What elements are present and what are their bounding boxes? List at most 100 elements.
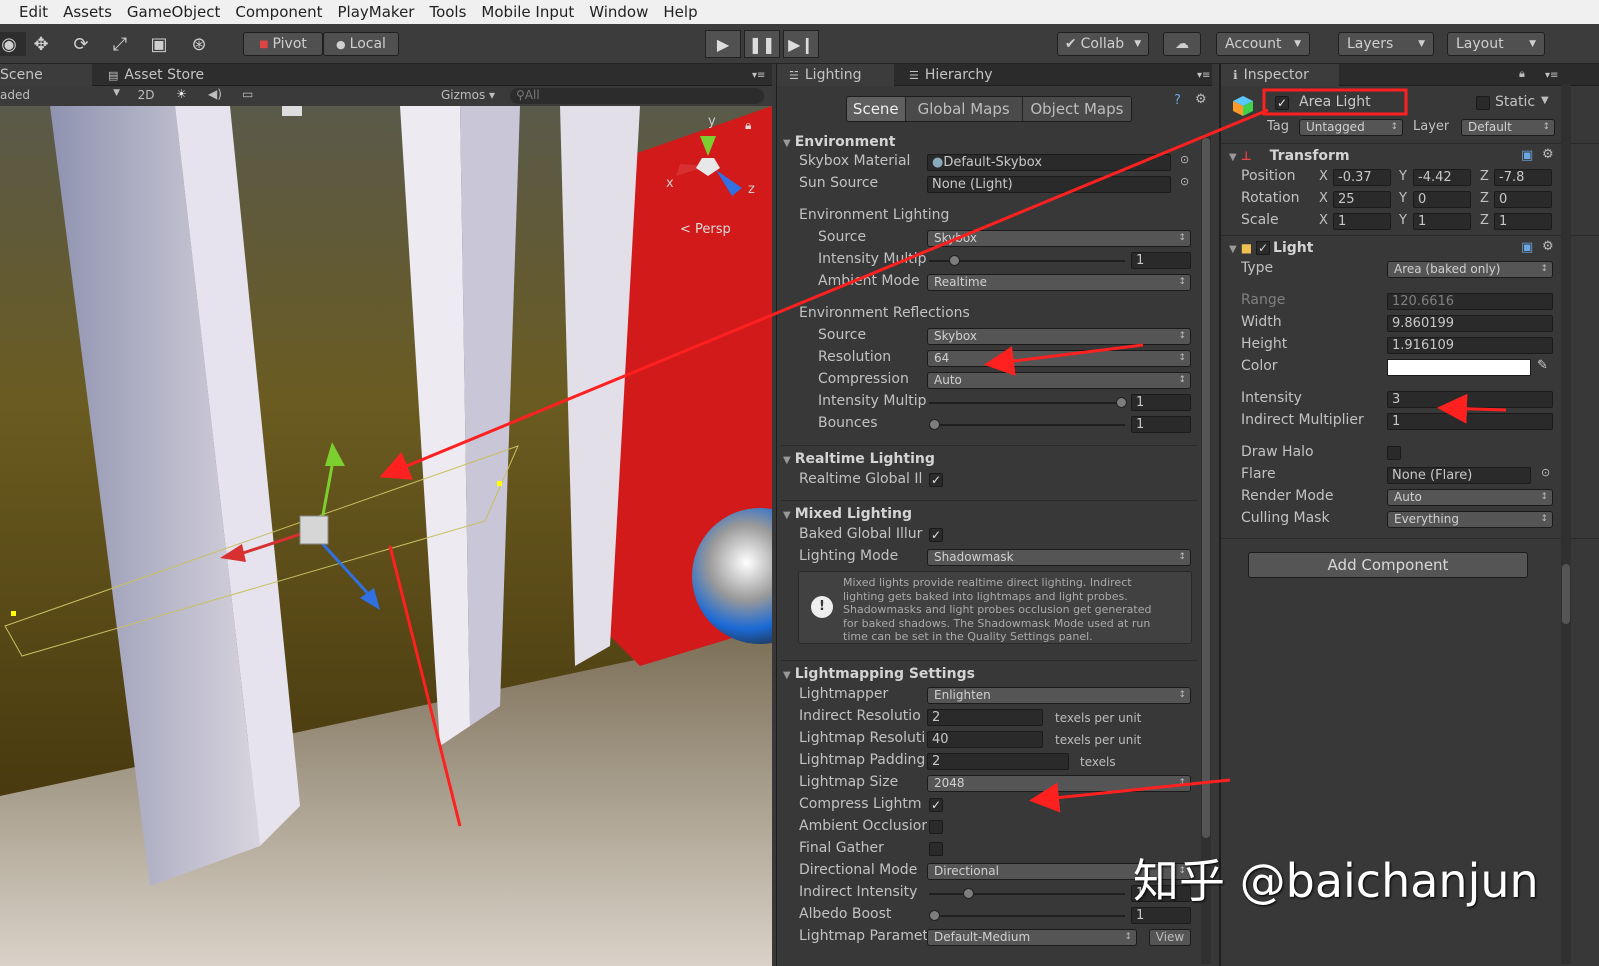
realtime-gi-checkbox[interactable]: ✓ [929, 473, 943, 487]
active-checkbox[interactable]: ✓ [1275, 96, 1289, 110]
tab-lighting[interactable]: ☱ Lighting [777, 64, 894, 86]
indirect-multiplier-field[interactable]: 1 [1387, 413, 1553, 430]
menu-edit[interactable]: Edit [19, 3, 48, 21]
panel-menu-icon[interactable]: ▾≡ [740, 64, 777, 86]
section-lightmapping-settings[interactable]: ▼ Lightmapping Settings [783, 666, 975, 682]
static-checkbox[interactable] [1476, 96, 1490, 110]
skybox-material-field[interactable]: ●Default-Skybox [927, 154, 1171, 171]
lock-icon[interactable]: 🔒︎ [745, 118, 751, 133]
rotate-tool-icon[interactable]: ⟳ [64, 32, 98, 56]
2d-toggle[interactable]: 2D [130, 88, 162, 102]
help-icon[interactable]: ▣ [1521, 148, 1533, 163]
lightmap-size-dropdown[interactable]: 2048 [927, 775, 1191, 792]
gameobject-name-field[interactable]: Area Light [1295, 95, 1473, 112]
slider-knob[interactable] [929, 910, 940, 921]
rotation-z-field[interactable]: 0 [1494, 191, 1552, 208]
collab-button[interactable]: ✔ Collab ▼ [1057, 32, 1149, 56]
scrollbar-thumb[interactable] [1202, 138, 1210, 838]
scale-tool-icon[interactable]: ⤢ [103, 32, 137, 56]
scene-viewport[interactable]: y x z 🔒︎ < Persp [0, 106, 772, 966]
albedo-boost-slider[interactable] [929, 910, 1125, 921]
tag-dropdown[interactable]: Untagged [1299, 119, 1403, 136]
refl-intensity-field[interactable]: 1 [1131, 394, 1191, 411]
light-type-dropdown[interactable]: Area (baked only) [1387, 261, 1553, 278]
step-button[interactable]: ▶❙ [783, 30, 819, 58]
sun-source-field[interactable]: None (Light) [927, 176, 1171, 193]
render-mode-dropdown[interactable]: Auto [1387, 489, 1553, 506]
tab-asset-store[interactable]: ▤ Asset Store [96, 64, 216, 86]
persp-label[interactable]: < Persp [680, 222, 731, 237]
rotation-x-field[interactable]: 25 [1333, 191, 1391, 208]
lightmap-parameters-dropdown[interactable]: Default-Medium [927, 929, 1137, 946]
section-environment[interactable]: ▼ Environment [783, 134, 895, 150]
lightmap-padding-field[interactable]: 2 [927, 753, 1069, 770]
env-source-dropdown[interactable]: Skybox [927, 230, 1191, 247]
lighting-mode-dropdown[interactable]: Shadowmask [927, 549, 1191, 566]
object-picker-icon[interactable]: ⊙ [1541, 466, 1550, 479]
scene-lighting-icon[interactable]: ☀ [176, 87, 187, 101]
section-realtime-lighting[interactable]: ▼ Realtime Lighting [783, 451, 935, 467]
object-picker-icon[interactable]: ⊙ [1180, 175, 1189, 188]
menu-playmaker[interactable]: PlayMaker [338, 3, 415, 21]
position-y-field[interactable]: -4.42 [1413, 169, 1471, 186]
transform-header[interactable]: ▼ ⊥ Transform [1229, 148, 1350, 164]
lightmap-resolution-field[interactable]: 40 [927, 731, 1043, 748]
bounces-slider[interactable] [929, 419, 1125, 430]
pause-button[interactable]: ❚❚ [744, 30, 780, 58]
eyedropper-icon[interactable]: ✎ [1537, 358, 1548, 373]
resolution-dropdown[interactable]: 64 [927, 350, 1191, 367]
refl-intensity-slider[interactable] [929, 397, 1127, 408]
final-gather-checkbox[interactable] [929, 842, 943, 856]
rotation-y-field[interactable]: 0 [1413, 191, 1471, 208]
panel-menu-icon[interactable]: ▾≡ [1185, 64, 1222, 86]
tab-inspector[interactable]: ℹ Inspector [1221, 64, 1339, 86]
refl-source-dropdown[interactable]: Skybox [927, 328, 1191, 345]
menu-assets[interactable]: Assets [63, 3, 112, 21]
width-field[interactable]: 9.860199 [1387, 315, 1553, 332]
menu-window[interactable]: Window [589, 3, 648, 21]
panel-menu-icon[interactable]: ▾≡ [1533, 64, 1570, 86]
menu-tools[interactable]: Tools [429, 3, 466, 21]
lock-icon[interactable]: 🔒︎ [1519, 67, 1525, 81]
gear-icon[interactable]: ⚙ [1542, 239, 1554, 254]
subtab-global-maps[interactable]: Global Maps [904, 97, 1022, 121]
scale-y-field[interactable]: 1 [1413, 213, 1471, 230]
indirect-resolution-field[interactable]: 2 [927, 709, 1043, 726]
menu-help[interactable]: Help [663, 3, 697, 21]
move-tool-icon[interactable]: ✥ [24, 32, 58, 56]
light-icon[interactable] [299, 515, 329, 545]
scale-x-field[interactable]: 1 [1333, 213, 1391, 230]
shading-mode-dropdown[interactable]: aded ▼ [0, 88, 124, 102]
scale-z-field[interactable]: 1 [1494, 213, 1552, 230]
slider-knob[interactable] [963, 888, 974, 899]
lightmapper-dropdown[interactable]: Enlighten [927, 687, 1191, 704]
baked-gi-checkbox[interactable]: ✓ [929, 528, 943, 542]
menu-mobile-input[interactable]: Mobile Input [481, 3, 574, 21]
layers-dropdown[interactable]: Layers ▼ [1338, 32, 1434, 56]
pivot-button[interactable]: ■ Pivot [243, 32, 323, 56]
account-dropdown[interactable]: Account ▼ [1216, 32, 1310, 56]
slider-knob[interactable] [949, 255, 960, 266]
compress-lightmaps-checkbox[interactable]: ✓ [929, 798, 943, 812]
scene-camera-icon[interactable] [282, 106, 302, 116]
light-header[interactable]: ▼ ■ ✓ Light [1229, 240, 1313, 256]
tab-hierarchy[interactable]: ☰ Hierarchy [897, 64, 1005, 86]
tab-scene[interactable]: Scene [0, 64, 92, 86]
gizmos-dropdown[interactable]: Gizmos ▾ [441, 88, 495, 102]
caret-down-icon[interactable]: ▼ [1541, 95, 1549, 106]
view-tool-icon[interactable]: ◉ [0, 32, 26, 56]
area-light-handle[interactable] [497, 481, 502, 486]
env-intensity-slider[interactable] [929, 255, 1125, 266]
culling-mask-dropdown[interactable]: Everything [1387, 511, 1553, 528]
env-intensity-field[interactable]: 1 [1131, 252, 1191, 269]
flare-field[interactable]: None (Flare) [1387, 467, 1531, 484]
rect-tool-icon[interactable]: ▣ [142, 32, 176, 56]
scene-search-input[interactable]: ⚲All [510, 88, 764, 104]
ambient-occlusion-checkbox[interactable] [929, 820, 943, 834]
ambient-mode-dropdown[interactable]: Realtime [927, 274, 1191, 291]
scrollbar-thumb[interactable] [1562, 564, 1570, 624]
play-button[interactable]: ▶ [705, 30, 741, 58]
inspector-scrollbar[interactable] [1561, 84, 1571, 964]
subtab-object-maps[interactable]: Object Maps [1021, 97, 1131, 121]
slider-knob[interactable] [1116, 397, 1127, 408]
